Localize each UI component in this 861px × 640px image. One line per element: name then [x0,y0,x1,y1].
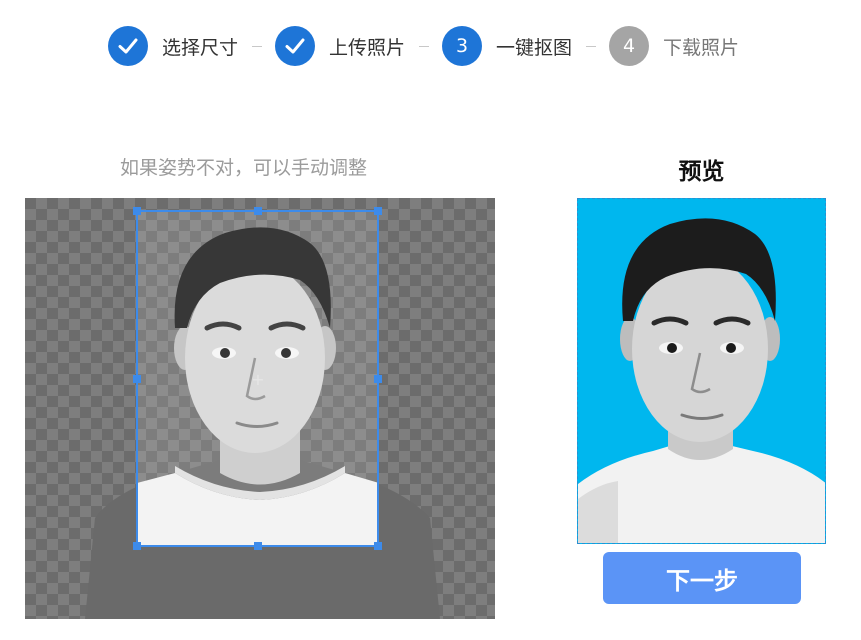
check-icon [118,38,138,54]
step-divider [252,45,263,47]
preview-portrait [578,218,825,543]
step-2-circle [275,26,316,66]
plus-icon: + [251,370,265,389]
stepper: 选择尺寸 上传照片 3 一键抠图 4 下载照片 [108,26,739,66]
step-download: 4 下载照片 [609,26,739,66]
crop-handle-bottom[interactable] [254,542,262,550]
step-3-circle: 3 [442,26,483,66]
step-4-label: 下载照片 [663,36,740,59]
step-1-circle [108,26,148,66]
step-select-size: 选择尺寸 [108,26,238,66]
crop-handle-left[interactable] [133,375,141,383]
crop-handle-top-left[interactable] [133,207,141,215]
step-divider [419,45,430,47]
step-3-label: 一键抠图 [496,36,573,59]
preview-photo [577,198,826,544]
crop-handle-top-right[interactable] [374,207,382,215]
step-2-label: 上传照片 [329,36,406,59]
step-divider [586,45,597,47]
adjust-hint: 如果姿势不对，可以手动调整 [120,157,368,179]
step-1-label: 选择尺寸 [162,36,239,59]
crop-handle-bottom-left[interactable] [133,542,141,550]
crop-handle-right[interactable] [374,375,382,383]
preview-title: 预览 [678,159,725,185]
check-icon [285,38,305,54]
step-upload-photo: 上传照片 [275,26,405,66]
next-step-button[interactable]: 下一步 [603,552,801,604]
crop-handle-bottom-right[interactable] [374,542,382,550]
crop-handle-top[interactable] [254,207,262,215]
step-4-circle: 4 [609,26,650,66]
crop-frame[interactable]: + [133,207,382,550]
crop-editor-canvas[interactable]: + [25,198,495,619]
step-cutout: 3 一键抠图 [442,26,572,66]
